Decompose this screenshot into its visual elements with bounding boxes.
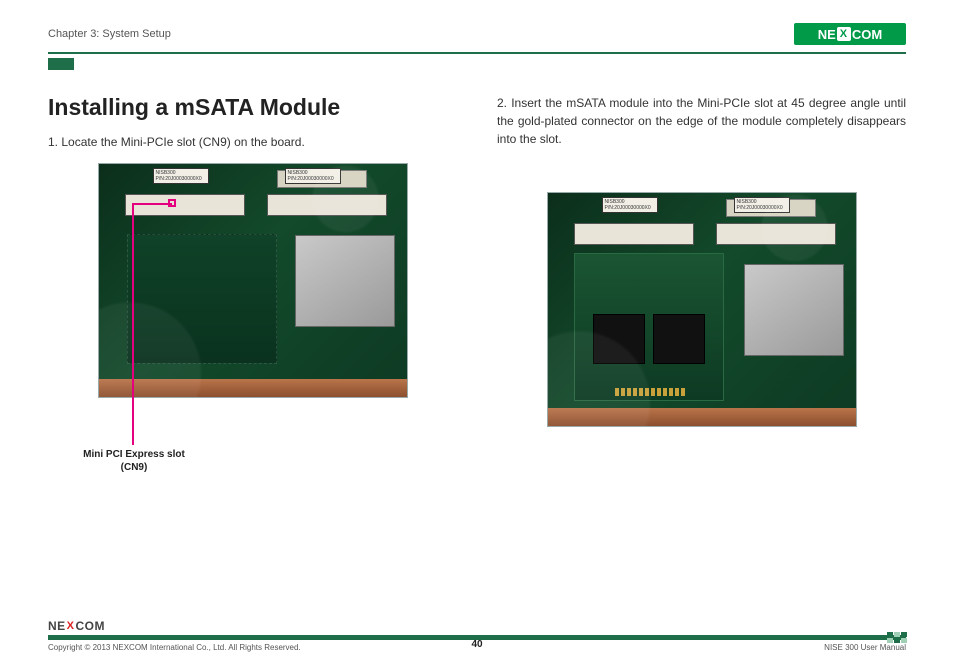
- nand-chip-icon: [593, 314, 645, 364]
- document-name: NISE 300 User Manual: [824, 643, 906, 652]
- brand-logo: NE X COM: [794, 23, 906, 45]
- footer-logo-part2: COM: [76, 619, 106, 633]
- mini-pcie-connector-icon: [574, 223, 694, 245]
- logo-part1: NE: [818, 27, 836, 42]
- pcb-sticker-label: NISB300 P/N:20J00030000X0: [734, 197, 790, 213]
- chapter-label: Chapter 3: System Setup: [48, 28, 171, 40]
- header-divider: [48, 52, 906, 54]
- copyright-text: Copyright © 2013 NEXCOM International Co…: [48, 643, 301, 652]
- mini-pcie-connector-icon: [716, 223, 836, 245]
- metal-shield-icon: [744, 264, 844, 356]
- board-photo-step2: NISB300 P/N:20J00030000X0 NISB300 P/N:20…: [547, 192, 857, 427]
- nand-chip-icon: [653, 314, 705, 364]
- pcb-sticker-label: NISB300 P/N:20J00030000X0: [153, 168, 209, 184]
- footer-logo-x-icon: X: [67, 620, 75, 632]
- logo-x-icon: X: [837, 27, 851, 41]
- page-title: Installing a mSATA Module: [48, 94, 457, 121]
- metal-shield-icon: [295, 235, 395, 327]
- chip-icon: [277, 170, 367, 188]
- step-1-text: 1. Locate the Mini-PCIe slot (CN9) on th…: [48, 133, 457, 151]
- footer-logo-part1: NE: [48, 619, 66, 633]
- footer-ornament-icon: [887, 632, 907, 643]
- pcb-sticker-label: NISB300 P/N:20J00030000X0: [285, 168, 341, 184]
- msata-module-icon: [574, 253, 724, 401]
- msata-pad-area: [127, 234, 277, 364]
- heatpipe-icon: [548, 408, 856, 426]
- pcb-sticker-label: NISB300 P/N:20J00030000X0: [602, 197, 658, 213]
- gold-pad-icon: [615, 388, 685, 396]
- mini-pcie-connector-icon: [125, 194, 245, 216]
- mini-pcie-connector-icon: [267, 194, 387, 216]
- heatpipe-icon: [99, 379, 407, 397]
- page-number: 40: [471, 639, 482, 650]
- chip-icon: [726, 199, 816, 217]
- footer-logo: NE X COM: [48, 619, 906, 633]
- callout-label: Mini PCI Express slot (CN9): [64, 449, 204, 474]
- board-photo-step1: NISB300 P/N:20J00030000X0 NISB300 P/N:20…: [98, 163, 408, 398]
- logo-part2: COM: [852, 27, 882, 42]
- step-2-text: 2. Insert the mSATA module into the Mini…: [497, 94, 906, 148]
- callout-line1: Mini PCI Express slot: [83, 449, 185, 460]
- callout-line-icon: [132, 203, 172, 205]
- callout-line2: (CN9): [121, 462, 148, 473]
- callout-line-icon: [132, 203, 134, 445]
- section-accent-block: [48, 58, 74, 70]
- callout-dot-icon: [168, 199, 176, 207]
